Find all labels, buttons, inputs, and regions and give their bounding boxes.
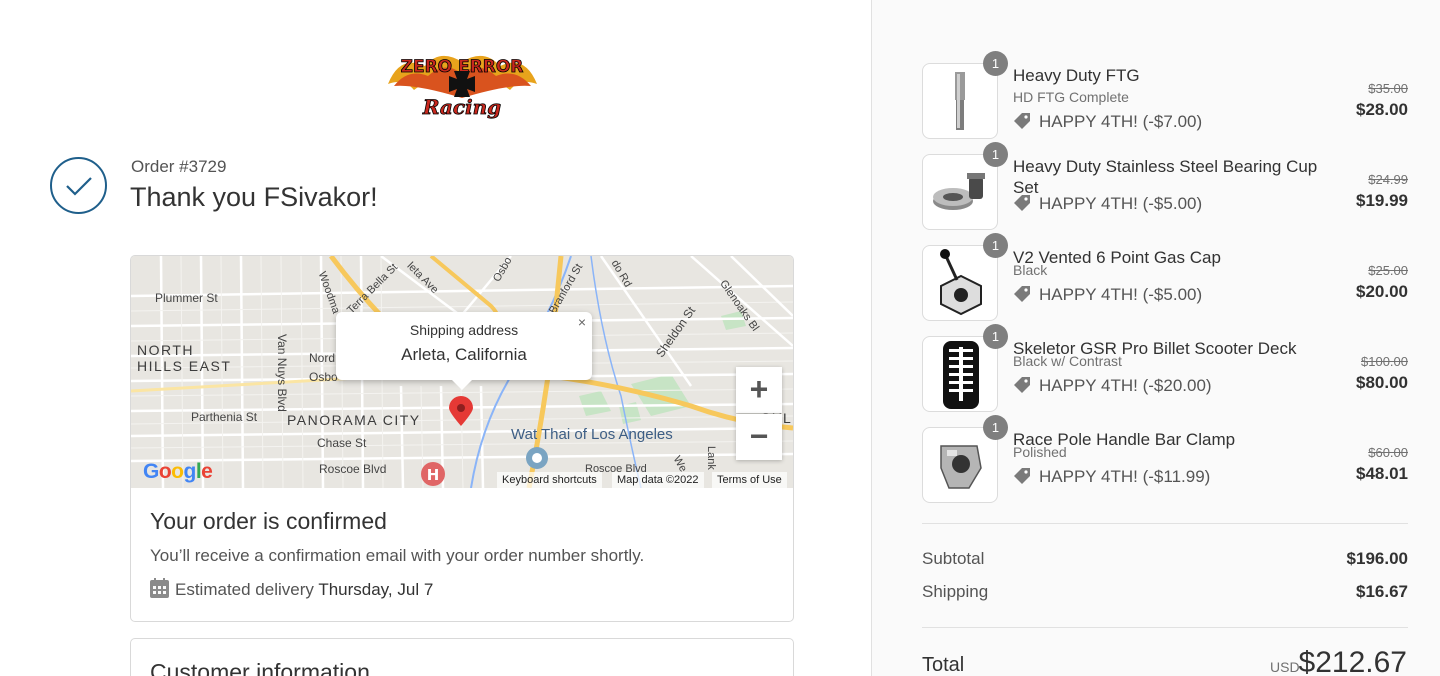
quantity-badge: 1	[983, 324, 1008, 349]
shipping-address-popup: Shipping address Arleta, California ×	[336, 312, 592, 390]
total-label: Total	[922, 654, 965, 676]
order-status-card: H Plummer St NORTH HILLS EAST Van Nuys B…	[130, 255, 794, 622]
map-label-sun-valley-2: L	[783, 410, 793, 426]
gas-cap-icon	[940, 249, 982, 316]
google-logo[interactable]: Google	[143, 460, 213, 484]
discount-tag-icon	[1014, 377, 1030, 393]
estimated-delivery: Estimated delivery Thursday, Jul 7	[150, 578, 433, 600]
map-label-chase: Chase St	[317, 436, 367, 450]
discounted-price: $20.00	[1356, 282, 1408, 301]
line-item: 1 Heavy Duty FTG HD FTG Complete HAPPY 4…	[922, 51, 1408, 139]
line-item: 1 Race Pole Handle Bar Clamp Polished HA…	[922, 415, 1408, 503]
discounted-price: $80.00	[1356, 373, 1408, 392]
map-label-osborne: Osbo	[309, 370, 338, 384]
zoom-out-button[interactable]: −	[736, 414, 782, 460]
discount-line: HAPPY 4TH! (-$11.99)	[1013, 467, 1210, 487]
main-content: ZERO ERROR Racing Order #3729 Thank you …	[0, 0, 871, 676]
calendar-icon	[150, 578, 169, 598]
product-name: Heavy Duty FTG	[1013, 66, 1140, 85]
quantity-badge: 1	[983, 51, 1008, 76]
map-label-van-nuys: Van Nuys Blvd	[275, 334, 289, 412]
popup-close-icon[interactable]: ×	[578, 314, 586, 330]
discount-tag-icon	[1014, 286, 1030, 302]
product-name: V2 Vented 6 Point Gas Cap	[1013, 248, 1221, 267]
subtotal-label: Subtotal	[922, 549, 985, 568]
delivery-label: Estimated delivery	[175, 580, 314, 599]
line-item: 1 Skeletor GSR Pro Billet Scooter Deck B…	[922, 324, 1408, 412]
customer-information-heading: Customer information	[150, 659, 370, 676]
popup-address: Arleta, California	[401, 345, 527, 364]
ftg-part-icon	[955, 72, 965, 130]
terms-of-use-link[interactable]: Terms of Use	[712, 472, 787, 488]
map-label-wat-thai: Wat Thai of Los Angeles	[511, 426, 673, 443]
original-price: $60.00	[1368, 445, 1408, 460]
confirmation-message: You’ll receive a confirmation email with…	[150, 546, 645, 565]
divider	[922, 627, 1408, 628]
customer-information-card: Customer information	[130, 638, 794, 676]
order-confirmed-heading: Your order is confirmed	[150, 508, 387, 534]
map-label-north: NORTH	[137, 342, 195, 358]
subtotal-value: $196.00	[1346, 549, 1408, 568]
original-price: $100.00	[1361, 354, 1408, 369]
discount-tag-icon	[1014, 113, 1030, 129]
quantity-badge: 1	[983, 142, 1008, 167]
svg-text:Racing: Racing	[422, 95, 501, 119]
zoom-in-button[interactable]: +	[736, 367, 782, 413]
svg-text:H: H	[427, 466, 440, 484]
total-value: $212.67	[1298, 646, 1407, 676]
discount-tag-icon	[1014, 468, 1030, 484]
delivery-date: Thursday, Jul 7	[318, 580, 434, 599]
discount-line: HAPPY 4TH! (-$20.00)	[1013, 376, 1212, 396]
map-label-parthenia: Parthenia St	[191, 410, 258, 424]
product-variant: Black	[1013, 262, 1048, 278]
map-label-roscoe: Roscoe Blvd	[319, 462, 387, 476]
bar-clamp-icon	[940, 445, 982, 489]
shipping-row: Shipping $16.67	[922, 582, 1408, 602]
map-label-panorama-city: PANORAMA CITY	[287, 412, 421, 428]
product-name: Heavy Duty Stainless Steel Bearing Cup S…	[1013, 157, 1318, 197]
order-number: Order #3729	[131, 157, 227, 176]
map-label-lankershim: Lank	[705, 446, 717, 470]
scooter-deck-icon	[943, 341, 979, 409]
currency-code: USD	[1270, 659, 1300, 675]
line-item: 1 V2 Vented 6 Point Gas Cap Black HAPPY …	[922, 233, 1408, 321]
product-thumbnail	[922, 154, 998, 230]
product-thumbnail	[922, 245, 998, 321]
product-variant: Black w/ Contrast	[1013, 353, 1122, 369]
popup-title: Shipping address	[409, 322, 519, 338]
product-thumbnail	[922, 63, 998, 139]
map-data-attribution: Map data ©2022	[612, 472, 704, 488]
quantity-badge: 1	[983, 233, 1008, 258]
original-price: $24.99	[1368, 172, 1408, 187]
map-label-plummer: Plummer St	[155, 291, 218, 305]
product-variant: HD FTG Complete	[1013, 89, 1129, 105]
thank-you-heading: Thank you FSivakor!	[130, 182, 378, 212]
shipping-map[interactable]: H Plummer St NORTH HILLS EAST Van Nuys B…	[131, 256, 793, 488]
divider	[922, 523, 1408, 524]
discount-tag-icon	[1014, 195, 1030, 211]
discount-line: HAPPY 4TH! (-$5.00)	[1013, 194, 1202, 214]
discount-line: HAPPY 4TH! (-$5.00)	[1013, 285, 1202, 305]
original-price: $25.00	[1368, 263, 1408, 278]
product-thumbnail	[922, 336, 998, 412]
shipping-value: $16.67	[1356, 582, 1408, 601]
discounted-price: $28.00	[1356, 100, 1408, 119]
order-confirmed-check-icon	[50, 157, 107, 214]
discount-line: HAPPY 4TH! (-$7.00)	[1013, 112, 1202, 132]
discounted-price: $48.01	[1356, 464, 1408, 483]
line-item: 1 Heavy Duty Stainless Steel Bearing Cup…	[922, 142, 1408, 230]
store-logo[interactable]: ZERO ERROR Racing	[380, 44, 545, 122]
product-thumbnail	[922, 427, 998, 503]
map-label-nordhoff: Nord	[309, 351, 336, 365]
product-variant: Polished	[1013, 444, 1067, 460]
bearing-cups-icon	[933, 173, 985, 210]
keyboard-shortcuts-link[interactable]: Keyboard shortcuts	[497, 472, 602, 488]
discounted-price: $19.99	[1356, 191, 1408, 210]
map-label-hills-east: HILLS EAST	[137, 358, 232, 374]
order-summary-sidebar: 1 Heavy Duty FTG HD FTG Complete HAPPY 4…	[871, 0, 1440, 676]
quantity-badge: 1	[983, 415, 1008, 440]
original-price: $35.00	[1368, 81, 1408, 96]
shipping-label: Shipping	[922, 582, 989, 601]
subtotal-row: Subtotal $196.00	[922, 549, 1408, 569]
